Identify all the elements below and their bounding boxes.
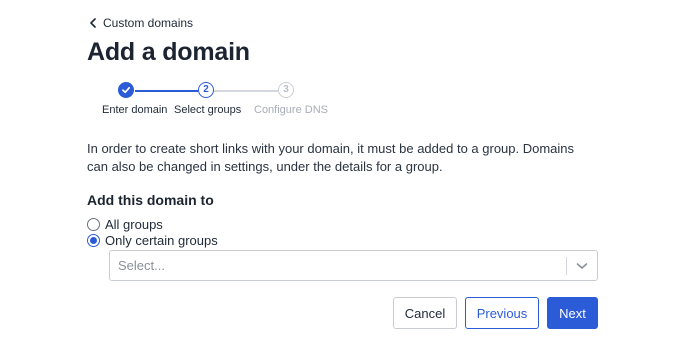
radio-selected-dot [90, 237, 97, 244]
radio-all-groups[interactable]: All groups [87, 217, 163, 232]
chevron-down-icon [576, 262, 588, 269]
step-connector-1 [135, 90, 198, 92]
intro-text: In order to create short links with your… [87, 141, 575, 174]
step-1-circle [118, 82, 134, 98]
cancel-button[interactable]: Cancel [393, 297, 457, 329]
radio-only-certain-groups-label: Only certain groups [105, 233, 218, 248]
breadcrumb-label: Custom domains [103, 16, 194, 30]
step-3-label: Configure DNS [254, 104, 328, 116]
page-title: Add a domain [87, 38, 250, 66]
radio-all-groups-control[interactable] [87, 218, 100, 231]
step-2-circle: 2 [198, 82, 214, 98]
stepper: 2 3 Enter domain Select groups Configure… [0, 82, 680, 122]
chevron-left-icon [90, 18, 96, 28]
groups-select-placeholder: Select... [118, 258, 165, 273]
add-domain-page: Custom domains Add a domain 2 3 Enter do… [0, 0, 680, 350]
breadcrumb[interactable]: Custom domains [89, 16, 193, 30]
step-connector-2 [214, 90, 278, 92]
check-icon [122, 86, 131, 94]
radio-only-certain-groups[interactable]: Only certain groups [87, 233, 218, 248]
radio-all-groups-label: All groups [105, 217, 163, 232]
step-1-label: Enter domain [102, 104, 168, 116]
radio-only-certain-groups-control[interactable] [87, 234, 100, 247]
next-button[interactable]: Next [547, 297, 598, 329]
step-2-label: Select groups [174, 104, 242, 116]
previous-button[interactable]: Previous [465, 297, 539, 329]
select-toggle[interactable] [567, 262, 597, 270]
step-3-circle: 3 [278, 82, 294, 98]
section-title: Add this domain to [87, 192, 214, 208]
groups-select[interactable]: Select... [109, 250, 598, 281]
